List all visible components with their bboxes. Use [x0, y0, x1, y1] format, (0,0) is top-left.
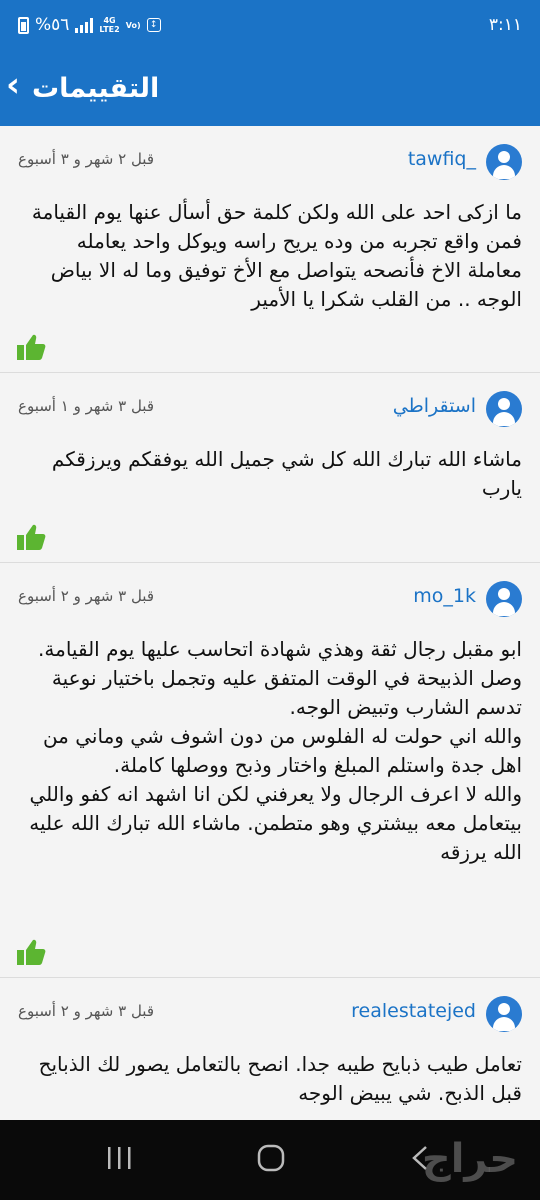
review-time: قبل ٣ شهر و ٢ أسبوع [18, 587, 154, 605]
review-username[interactable]: realestatejed [351, 1000, 476, 1022]
navigation-bar: حراج [0, 1120, 540, 1200]
review-text: ابو مقبل رجال ثقة وهذي شهادة اتحاسب عليه… [29, 637, 522, 864]
signal-icon [75, 17, 94, 33]
thumbs-up-icon[interactable] [16, 938, 46, 966]
network-type-bottom: LTE2 [99, 25, 120, 34]
chevron-left-icon[interactable]: ‹ [6, 65, 26, 105]
review-header: استقراطي قبل ٣ شهر و ١ أسبوع [0, 373, 540, 445]
network-type: 4G LTE2 [99, 16, 119, 34]
user-avatar-icon[interactable] [486, 144, 522, 180]
review-username[interactable]: mo_1k [413, 585, 476, 607]
battery-icon [18, 16, 29, 34]
app-bar: ‹ التقييمات [0, 50, 540, 126]
review-time: قبل ٣ شهر و ١ أسبوع [18, 397, 154, 415]
review-text: ماشاء الله تبارك الله كل شي جميل الله يو… [51, 447, 522, 500]
review-header: tawfiq_ قبل ٢ شهر و ٣ أسبوع [0, 126, 540, 198]
review-header: mo_1k قبل ٣ شهر و ٢ أسبوع [0, 563, 540, 635]
data-saver-icon: ↕ [146, 18, 161, 32]
battery-percent: %٥٦ [35, 15, 70, 35]
thumbs-up-icon[interactable] [16, 333, 46, 361]
review-username[interactable]: استقراطي [393, 395, 476, 417]
thumbs-up-icon[interactable] [16, 523, 46, 551]
user-avatar-icon[interactable] [486, 391, 522, 427]
review-item: استقراطي قبل ٣ شهر و ١ أسبوع ماشاء الله … [0, 373, 540, 563]
reviews-list[interactable]: tawfiq_ قبل ٢ شهر و ٣ أسبوع ما ازكى احد … [0, 126, 540, 1120]
page-title: التقييمات [32, 72, 160, 104]
haraj-watermark: حراج [422, 1136, 518, 1182]
volte-label: Vo) [125, 20, 141, 30]
clock: ٣:١١ [488, 15, 522, 35]
review-item: tawfiq_ قبل ٢ شهر و ٣ أسبوع ما ازكى احد … [0, 126, 540, 373]
review-text: تعامل طيب ذبايح طيبه جدا. انصح بالتعامل … [38, 1052, 522, 1105]
user-avatar-icon[interactable] [486, 581, 522, 617]
review-item: realestatejed قبل ٣ شهر و ٢ أسبوع تعامل … [0, 978, 540, 1120]
review-time: قبل ٢ شهر و ٣ أسبوع [18, 150, 154, 168]
user-avatar-icon[interactable] [486, 996, 522, 1032]
review-item: mo_1k قبل ٣ شهر و ٢ أسبوع ابو مقبل رجال … [0, 563, 540, 978]
review-text: ما ازكى احد على الله ولكن كلمة حق أسأل ع… [31, 200, 522, 311]
review-username[interactable]: tawfiq_ [408, 148, 476, 170]
status-bar: %٥٦ 4G LTE2 Vo) ↕ ٣:١١ [0, 0, 540, 50]
status-indicators: %٥٦ 4G LTE2 Vo) ↕ [18, 15, 161, 35]
review-header: realestatejed قبل ٣ شهر و ٢ أسبوع [0, 978, 540, 1050]
review-time: قبل ٣ شهر و ٢ أسبوع [18, 1002, 154, 1020]
network-type-top: 4G [103, 16, 116, 25]
